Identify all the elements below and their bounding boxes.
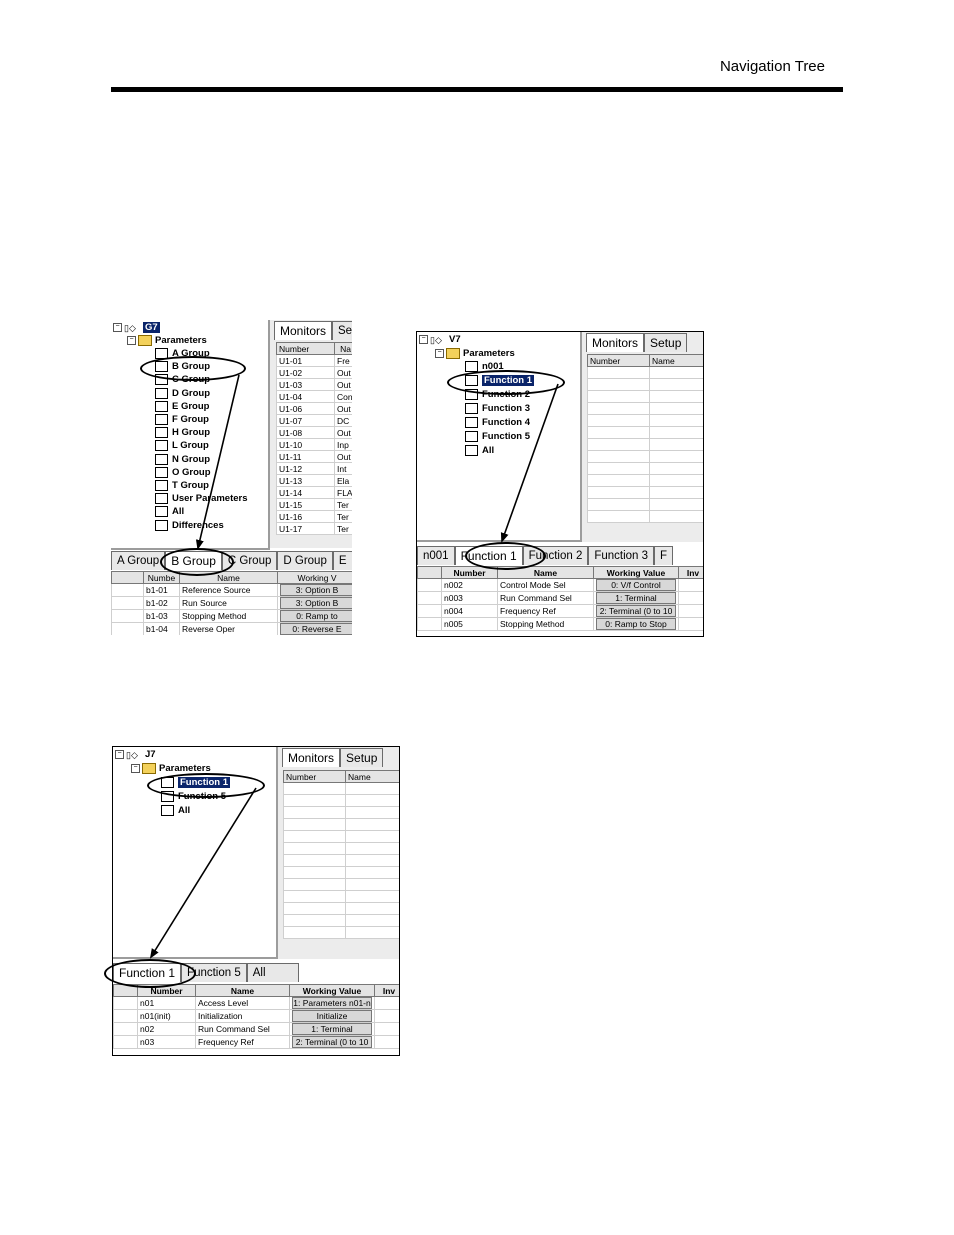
j7-arrow <box>149 787 257 959</box>
v7-arrow <box>500 383 559 543</box>
callout-arrows <box>149 374 559 959</box>
g7-arrow <box>195 374 240 550</box>
